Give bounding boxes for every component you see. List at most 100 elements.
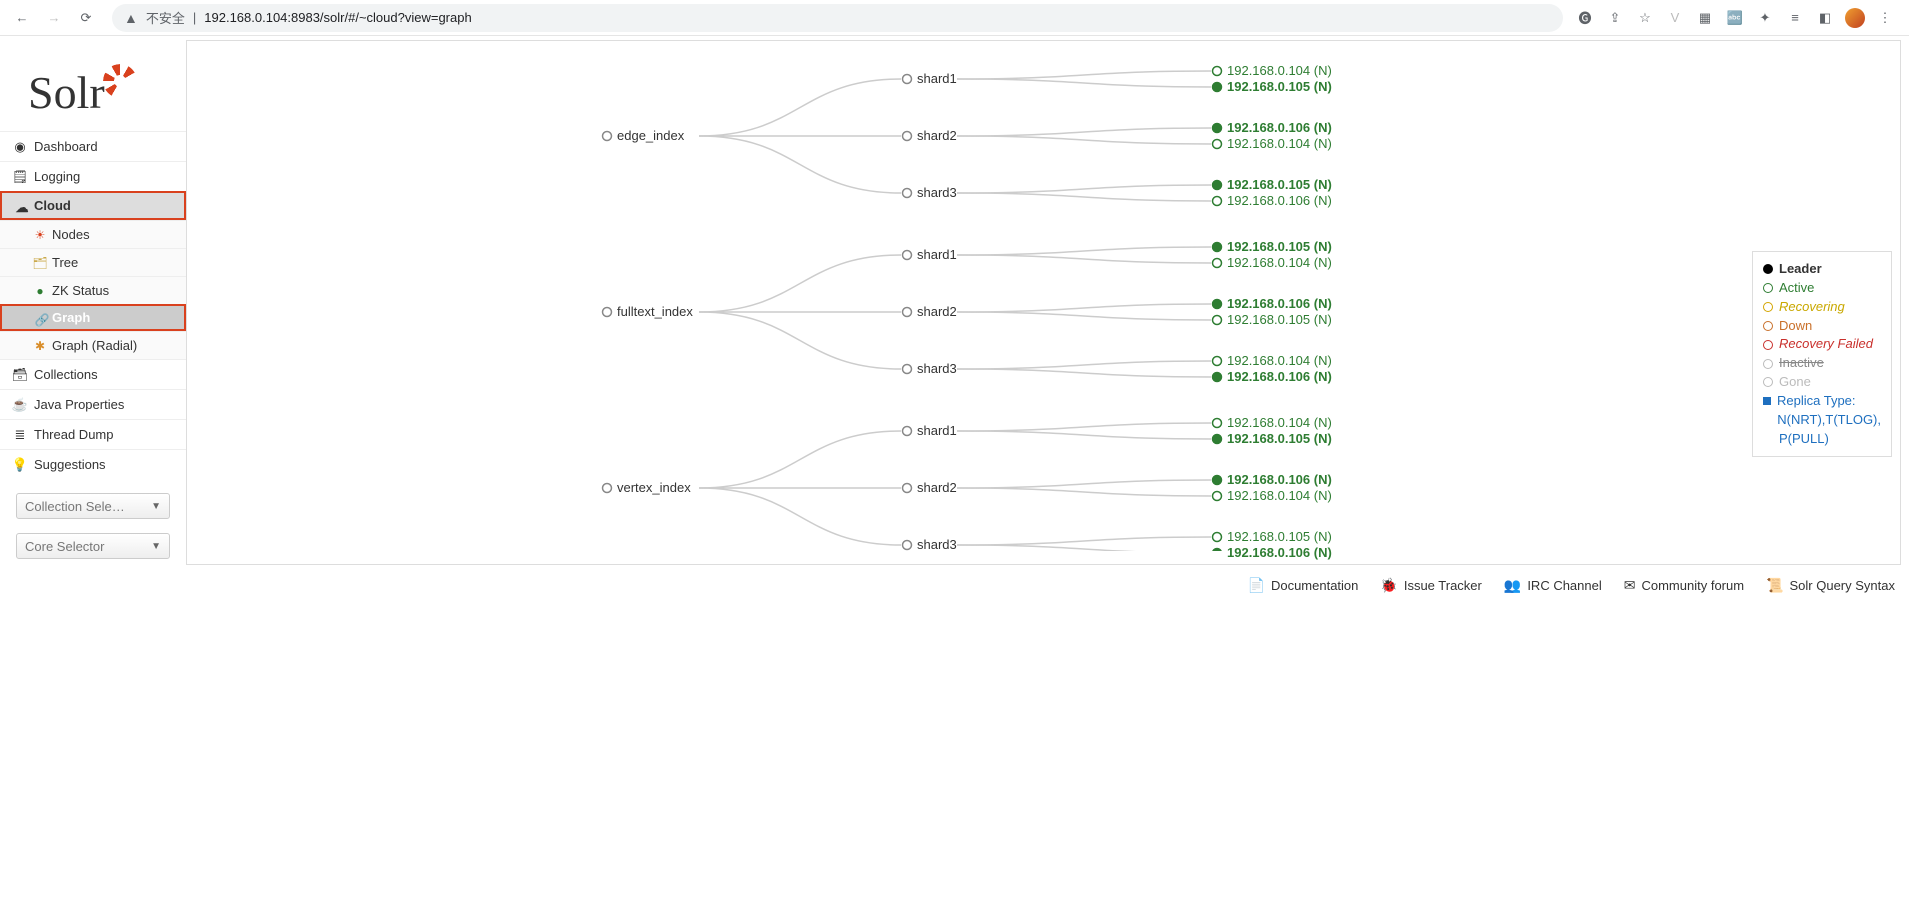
doc-icon: 📄 (1248, 577, 1265, 594)
legend-gone-icon (1763, 377, 1773, 387)
nav-cloud[interactable]: ☁ Cloud (0, 191, 186, 220)
toolbar-icons: 🅖 ⇪ ☆ V ▦ 🔤 ✦ ≡ ◧ ⋮ (1575, 8, 1901, 28)
graph-legend: Leader Active Recovering Down Recovery F… (1752, 251, 1892, 457)
nav-suggestions[interactable]: 💡 Suggestions (0, 449, 186, 479)
shard-label[interactable]: shard1 (917, 71, 957, 86)
translate-icon[interactable]: 🅖 (1575, 8, 1595, 28)
nav-cloud-nodes[interactable]: ☀ Nodes (0, 220, 186, 248)
replica-label[interactable]: 192.168.0.104 (N) (1227, 353, 1332, 368)
replica-label[interactable]: 192.168.0.104 (N) (1227, 255, 1332, 270)
nav-dashboard[interactable]: ◉ Dashboard (0, 131, 186, 161)
shard-label[interactable]: shard3 (917, 185, 957, 200)
shard-label[interactable]: shard1 (917, 423, 957, 438)
replica-label[interactable]: 192.168.0.105 (N) (1227, 239, 1332, 254)
extension-grid-icon[interactable]: ▦ (1695, 8, 1715, 28)
shard-label[interactable]: shard1 (917, 247, 957, 262)
bulb-icon: 💡 (12, 457, 28, 473)
url-text: 192.168.0.104:8983/solr/#/~cloud?view=gr… (204, 10, 471, 25)
footer-community-forum[interactable]: ✉Community forum (1624, 577, 1744, 594)
graph-radial-icon: ✱ (32, 338, 48, 354)
nav-cloud-graph-radial[interactable]: ✱ Graph (Radial) (0, 331, 186, 359)
replica-label[interactable]: 192.168.0.106 (N) (1227, 545, 1332, 560)
legend-inactive-icon (1763, 359, 1773, 369)
replica-label[interactable]: 192.168.0.105 (N) (1227, 431, 1332, 446)
shard-label[interactable]: shard3 (917, 361, 957, 376)
footer-query-syntax[interactable]: 📜Solr Query Syntax (1766, 577, 1895, 594)
logo: Solr (0, 48, 186, 131)
replica-label[interactable]: 192.168.0.104 (N) (1227, 136, 1332, 151)
collection-selector[interactable]: Collection Sele… ▼ (16, 493, 170, 519)
nav-thread-dump[interactable]: ≣ Thread Dump (0, 419, 186, 449)
insecure-icon: ▲ (124, 10, 138, 26)
sidebar: Solr ◉ Dashboard 🗒 Logging ☁ Cloud ☀ Nod… (0, 36, 186, 569)
gauge-icon: ◉ (12, 139, 28, 155)
shard-label[interactable]: shard2 (917, 128, 957, 143)
mail-icon: ✉ (1624, 577, 1636, 594)
browser-toolbar: ← → ⟳ ▲ 不安全 | 192.168.0.104:8983/solr/#/… (0, 0, 1909, 36)
replica-label[interactable]: 192.168.0.105 (N) (1227, 312, 1332, 327)
legend-down-icon (1763, 321, 1773, 331)
chevron-down-icon: ▼ (151, 541, 161, 552)
thread-icon: ≣ (12, 427, 28, 443)
extension-v-icon[interactable]: V (1665, 8, 1685, 28)
java-icon: ☕ (12, 397, 28, 413)
share-icon[interactable]: ⇪ (1605, 8, 1625, 28)
legend-replica-type-icon (1763, 397, 1771, 405)
insecure-label: 不安全 (146, 8, 185, 27)
address-bar[interactable]: ▲ 不安全 | 192.168.0.104:8983/solr/#/~cloud… (112, 4, 1563, 32)
content-panel: 192.168.0.104 (N)192.168.0.105 (N)shard1… (186, 40, 1901, 565)
cloud-icon: ☁ (14, 200, 30, 216)
back-button[interactable]: ← (8, 4, 36, 32)
zk-status-icon: ● (32, 283, 48, 299)
footer-issue-tracker[interactable]: 🐞Issue Tracker (1380, 577, 1481, 594)
shard-label[interactable]: shard3 (917, 537, 957, 552)
reload-button[interactable]: ⟳ (72, 4, 100, 32)
people-icon: 👥 (1504, 577, 1521, 594)
forward-button[interactable]: → (40, 4, 68, 32)
bug-icon: 🐞 (1380, 577, 1397, 594)
replica-label[interactable]: 192.168.0.105 (N) (1227, 529, 1332, 544)
legend-active-icon (1763, 283, 1773, 293)
nav-cloud-graph[interactable]: 🔗 Graph (0, 304, 186, 331)
shard-label[interactable]: shard2 (917, 304, 957, 319)
logo-flare-icon (103, 64, 137, 98)
legend-recovering-icon (1763, 302, 1773, 312)
collection-label[interactable]: fulltext_index (617, 304, 693, 319)
legend-recovery-failed-icon (1763, 340, 1773, 350)
legend-leader-icon (1763, 264, 1773, 274)
script-icon: 📜 (1766, 577, 1783, 594)
nav-cloud-zkstatus[interactable]: ● ZK Status (0, 276, 186, 304)
graph-icon: 🔗 (34, 312, 50, 328)
replica-label[interactable]: 192.168.0.106 (N) (1227, 472, 1332, 487)
replica-label[interactable]: 192.168.0.104 (N) (1227, 488, 1332, 503)
replica-label[interactable]: 192.168.0.106 (N) (1227, 120, 1332, 135)
nav-collections[interactable]: 🗃 Collections (0, 359, 186, 389)
core-selector[interactable]: Core Selector ▼ (16, 533, 170, 559)
footer-documentation[interactable]: 📄Documentation (1248, 577, 1359, 594)
profile-avatar[interactable] (1845, 8, 1865, 28)
replica-label[interactable]: 192.168.0.106 (N) (1227, 296, 1332, 311)
tree-icon: 🗂 (32, 255, 48, 271)
replica-label[interactable]: 192.168.0.105 (N) (1227, 177, 1332, 192)
cloud-graph: 192.168.0.104 (N)192.168.0.105 (N)shard1… (187, 41, 1900, 551)
footer-irc-channel[interactable]: 👥IRC Channel (1504, 577, 1602, 594)
side-panel-icon[interactable]: ◧ (1815, 8, 1835, 28)
reading-list-icon[interactable]: ≡ (1785, 8, 1805, 28)
kebab-menu-icon[interactable]: ⋮ (1875, 8, 1895, 28)
nav-java-properties[interactable]: ☕ Java Properties (0, 389, 186, 419)
extension-gtranslate-icon[interactable]: 🔤 (1725, 8, 1745, 28)
collection-label[interactable]: vertex_index (617, 480, 691, 495)
collections-icon: 🗃 (12, 367, 28, 383)
nav-cloud-tree[interactable]: 🗂 Tree (0, 248, 186, 276)
replica-label[interactable]: 192.168.0.104 (N) (1227, 63, 1332, 78)
replica-label[interactable]: 192.168.0.104 (N) (1227, 415, 1332, 430)
nav-logging[interactable]: 🗒 Logging (0, 161, 186, 191)
replica-label[interactable]: 192.168.0.106 (N) (1227, 369, 1332, 384)
replica-label[interactable]: 192.168.0.106 (N) (1227, 193, 1332, 208)
collection-label[interactable]: edge_index (617, 128, 684, 143)
extensions-puzzle-icon[interactable]: ✦ (1755, 8, 1775, 28)
shard-label[interactable]: shard2 (917, 480, 957, 495)
footer-links: 📄Documentation 🐞Issue Tracker 👥IRC Chann… (0, 569, 1909, 602)
replica-label[interactable]: 192.168.0.105 (N) (1227, 79, 1332, 94)
bookmark-star-icon[interactable]: ☆ (1635, 8, 1655, 28)
